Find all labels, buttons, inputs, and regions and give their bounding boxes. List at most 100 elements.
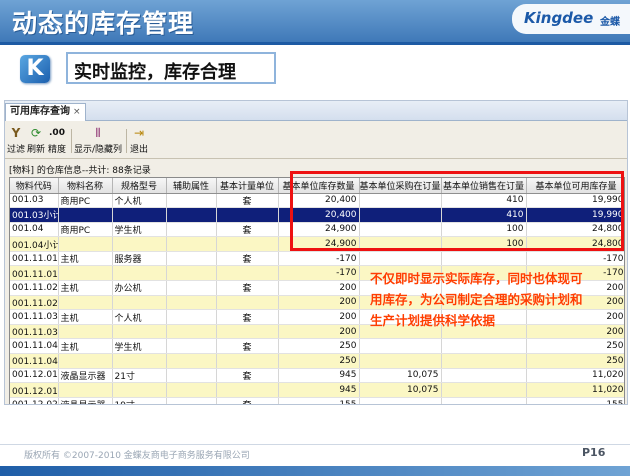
table-cell: 945 — [278, 382, 360, 398]
table-cell: 套 — [216, 251, 279, 267]
k-logo-icon: K — [20, 55, 50, 83]
table-cell — [441, 397, 527, 404]
table-cell: 学生机 — [112, 222, 167, 238]
table-cell — [58, 295, 113, 311]
table-cell: 200 — [278, 280, 360, 296]
table-cell: 001.11.02 — [10, 280, 59, 296]
subtitle-box: 实时监控，库存合理 — [66, 52, 276, 84]
table-cell: 21寸 — [112, 368, 167, 384]
precision-icon: .00 — [49, 128, 65, 138]
table-cell: 001.03小计 — [10, 207, 59, 223]
copyright-text: 版权所有 ©2007-2010 金蝶友商电子商务服务有限公司 — [24, 451, 250, 461]
exit-button[interactable]: ⇥ 退出 — [129, 125, 149, 157]
table-cell: 商用PC — [58, 222, 113, 238]
table-cell — [112, 295, 167, 311]
table-cell — [359, 338, 442, 355]
table-cell — [359, 353, 442, 369]
table-cell: 套 — [216, 222, 279, 238]
table-cell — [166, 193, 217, 209]
table-cell: 250 — [526, 338, 624, 355]
table-cell — [58, 207, 113, 223]
table-cell — [441, 382, 527, 398]
table-cell: 液晶显示器 — [58, 368, 113, 384]
table-cell — [58, 353, 113, 369]
close-icon[interactable]: × — [73, 107, 81, 117]
table-cell: 主机 — [58, 280, 113, 296]
table-cell — [441, 338, 527, 355]
table-cell: 250 — [526, 353, 624, 369]
callout-text: 不仅即时显示实际库存，同时也体现可用库存，为公司制定合理的采购计划和生产计划提供… — [370, 271, 583, 328]
brand-sub: 金蝶 — [600, 17, 620, 28]
column-header[interactable]: 辅助属性 — [166, 178, 217, 194]
table-cell: 001.03 — [10, 193, 59, 209]
table-cell: 套 — [216, 193, 279, 209]
table-cell — [166, 236, 217, 252]
table-cell — [166, 222, 217, 238]
column-header[interactable]: 物料名称 — [58, 178, 113, 194]
table-cell: 11,020 — [526, 382, 624, 398]
filter-button[interactable]: Y 过滤 — [7, 125, 25, 157]
table-cell — [58, 236, 113, 252]
table-cell — [216, 207, 279, 223]
table-cell — [441, 251, 527, 267]
table-cell — [166, 397, 217, 404]
table-cell — [112, 236, 167, 252]
table-cell: 主机 — [58, 251, 113, 267]
table-cell: 001.04小计 — [10, 236, 59, 252]
table-cell: -170 — [526, 251, 624, 267]
table-cell — [166, 207, 217, 223]
table-cell — [166, 353, 217, 369]
filter-icon: Y — [11, 126, 21, 140]
table-cell: 个人机 — [112, 193, 167, 209]
table-cell: 服务器 — [112, 251, 167, 267]
table-cell — [166, 265, 217, 282]
subtotal-row[interactable]: 001.11.04小计 250 250 — [10, 353, 624, 369]
table-cell — [441, 353, 527, 369]
table-cell: 250 — [278, 353, 360, 369]
table-cell: 套 — [216, 309, 279, 325]
table-cell: 945 — [278, 368, 360, 384]
table-cell: 主机 — [58, 338, 113, 355]
subtotal-row[interactable]: 001.12.01小计 94510,075 11,020 — [10, 382, 624, 398]
table-cell — [166, 295, 217, 311]
table-cell — [216, 382, 279, 398]
table-cell: 10,075 — [359, 382, 442, 398]
table-cell: 商用PC — [58, 193, 113, 209]
precision-button[interactable]: .00 精度 — [47, 125, 67, 157]
table-cell: -170 — [278, 251, 360, 267]
table-row[interactable]: 001.11.04 主机 学生机套 250 250 — [10, 338, 624, 355]
table-cell: 250 — [278, 338, 360, 355]
tab-label: 可用库存查询 — [10, 106, 70, 117]
table-cell — [359, 397, 442, 404]
table-cell — [166, 280, 217, 296]
table-cell: 200 — [278, 324, 360, 340]
table-cell: 套 — [216, 338, 279, 355]
table-cell: 001.12.02 — [10, 397, 59, 404]
show-hide-columns-label: 显示/隐藏列 — [73, 145, 123, 155]
table-cell: 001.11.03小计 — [10, 324, 59, 340]
table-cell: 10,075 — [359, 368, 442, 384]
table-row[interactable]: 001.12.02液晶显示器19寸套155155 — [10, 397, 624, 404]
slide-title: 动态的库存管理 — [12, 9, 195, 38]
column-header[interactable]: 物料代码 — [10, 178, 59, 194]
column-header[interactable]: 基本计量单位 — [216, 178, 279, 194]
table-cell — [216, 324, 279, 340]
table-cell: 套 — [216, 280, 279, 296]
table-cell — [166, 338, 217, 355]
table-row[interactable]: 001.11.01 主机 服务器套 -170 -170 — [10, 251, 624, 267]
title-banner: 动态的库存管理 Kingdee 金蝶 — [0, 0, 630, 42]
table-cell — [166, 324, 217, 340]
show-hide-columns-button[interactable]: ⦀ 显示/隐藏列 — [73, 125, 123, 157]
table-cell — [58, 265, 113, 282]
table-row[interactable]: 001.12.01 液晶显示器 21寸 套 945 10,075 11,020 — [10, 368, 624, 384]
table-cell: 001.11.04 — [10, 338, 59, 355]
column-header[interactable]: 规格型号 — [112, 178, 167, 194]
table-cell: 001.11.01 — [10, 251, 59, 267]
precision-label: 精度 — [47, 145, 66, 155]
inventory-query-window: 可用库存查询 × Y 过滤 ⟳ 刷新 .00 精度 ⦀ 显示/隐藏列 ⇥ 退出 [… — [4, 100, 628, 405]
footer-divider — [0, 444, 630, 445]
refresh-button[interactable]: ⟳ 刷新 — [27, 125, 45, 157]
table-cell — [112, 382, 167, 398]
table-cell: 主机 — [58, 309, 113, 325]
tab-available-inventory[interactable]: 可用库存查询 × — [5, 103, 86, 121]
